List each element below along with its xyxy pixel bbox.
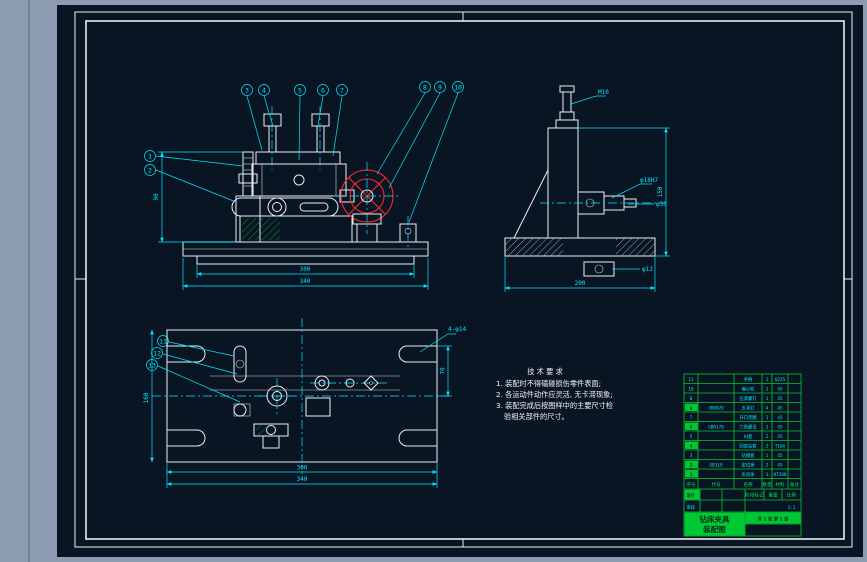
svg-text:45: 45 bbox=[777, 415, 783, 421]
svg-text:压紧螺钉: 压紧螺钉 bbox=[739, 395, 757, 402]
balloon-12: 12 bbox=[153, 350, 161, 358]
balloon-3: 3 bbox=[245, 87, 249, 95]
svg-text:钻模板: 钻模板 bbox=[742, 452, 756, 459]
cad-viewer-page: 300 340 90 1 2 3 4 5 6 7 8 9 10 11 12 13… bbox=[0, 0, 867, 562]
svg-text:2: 2 bbox=[690, 463, 693, 469]
dim-plan-w1: 300 bbox=[297, 465, 308, 472]
svg-text:7: 7 bbox=[690, 415, 693, 421]
dim-side-h: 150 bbox=[657, 186, 664, 197]
svg-text:2: 2 bbox=[766, 444, 769, 450]
svg-text:手柄: 手柄 bbox=[744, 376, 753, 383]
svg-text:45: 45 bbox=[777, 406, 783, 412]
title-audit-label: 审核 bbox=[687, 504, 696, 511]
svg-text:45: 45 bbox=[777, 453, 783, 459]
svg-text:10: 10 bbox=[688, 387, 694, 393]
svg-text:1: 1 bbox=[766, 377, 769, 383]
cad-drawing-canvas[interactable]: 300 340 90 1 2 3 4 5 6 7 8 9 10 11 12 13… bbox=[0, 0, 867, 562]
svg-text:4: 4 bbox=[690, 444, 693, 450]
title-scale-label: 比例 bbox=[787, 492, 797, 499]
dim-front-w2: 340 bbox=[300, 278, 311, 285]
balloon-4: 4 bbox=[262, 87, 266, 95]
svg-text:夹具体: 夹具体 bbox=[742, 471, 756, 478]
svg-text:1: 1 bbox=[690, 472, 693, 478]
svg-text:1: 1 bbox=[766, 387, 769, 393]
svg-text:支承钉: 支承钉 bbox=[742, 405, 756, 412]
svg-text:六角螺母: 六角螺母 bbox=[739, 424, 757, 431]
drawing-name-line1: 钻床夹具 bbox=[700, 514, 730, 524]
svg-text:名称: 名称 bbox=[743, 481, 753, 488]
svg-text:11: 11 bbox=[688, 377, 694, 383]
label-plan-slots: 4-φ14 bbox=[448, 326, 466, 333]
notes-line-1: 1. 装配时不得磕碰损伤零件表面; bbox=[496, 379, 601, 388]
drawing-name-line2: 装配图 bbox=[702, 524, 726, 534]
label-side-d2: φ30 bbox=[656, 201, 667, 208]
title-sheet-value: 共 1 张 第 1 张 bbox=[758, 516, 789, 523]
svg-text:8: 8 bbox=[690, 396, 693, 402]
svg-text:HT200: HT200 bbox=[774, 472, 787, 478]
balloon-10: 10 bbox=[454, 84, 462, 92]
svg-text:9: 9 bbox=[690, 406, 693, 412]
svg-text:偏心轮: 偏心轮 bbox=[742, 386, 756, 393]
title-scale-value: 1:1 bbox=[788, 505, 796, 511]
svg-text:6: 6 bbox=[690, 425, 693, 431]
svg-text:1: 1 bbox=[766, 415, 769, 421]
title-weight-label: 重量 bbox=[768, 492, 778, 499]
notes-line-4: 验相关部件的尺寸。 bbox=[504, 412, 569, 421]
balloon-2: 2 bbox=[148, 167, 152, 175]
svg-text:4: 4 bbox=[766, 406, 769, 412]
balloon-5: 5 bbox=[298, 87, 302, 95]
svg-text:2: 2 bbox=[766, 425, 769, 431]
svg-text:开口垫圈: 开口垫圈 bbox=[739, 414, 756, 421]
svg-text:45: 45 bbox=[777, 434, 783, 440]
svg-text:45: 45 bbox=[777, 425, 783, 431]
svg-text:1: 1 bbox=[766, 396, 769, 402]
svg-text:2: 2 bbox=[766, 463, 769, 469]
notes-title: 技 术 要 求 bbox=[527, 367, 563, 376]
dim-front-h: 90 bbox=[153, 193, 160, 201]
svg-text:备注: 备注 bbox=[790, 481, 800, 488]
balloon-8: 8 bbox=[423, 84, 427, 92]
svg-text:代号: 代号 bbox=[711, 481, 721, 488]
svg-text:JB8029: JB8029 bbox=[708, 406, 724, 412]
svg-text:衬套: 衬套 bbox=[744, 433, 753, 440]
svg-text:定位销: 定位销 bbox=[742, 462, 756, 469]
svg-text:GB119: GB119 bbox=[710, 463, 723, 469]
svg-text:1: 1 bbox=[766, 472, 769, 478]
balloon-1: 1 bbox=[148, 153, 152, 161]
svg-text:序号: 序号 bbox=[686, 481, 696, 488]
balloon-7: 7 bbox=[340, 87, 344, 95]
dim-plan-h: 160 bbox=[143, 392, 150, 403]
title-stage-label: 阶段标记 bbox=[745, 492, 764, 499]
svg-text:45: 45 bbox=[777, 387, 783, 393]
dim-front-w1: 300 bbox=[300, 266, 311, 273]
balloon-11: 11 bbox=[159, 338, 167, 346]
notes-line-2: 2. 各运动件动作应灵活, 无卡滞现象; bbox=[496, 390, 613, 399]
label-side-d3: φ12 bbox=[642, 266, 653, 273]
svg-text:3: 3 bbox=[690, 453, 693, 459]
svg-text:1: 1 bbox=[766, 453, 769, 459]
label-side-bush: φ18H7 bbox=[640, 177, 658, 184]
svg-text:Q235: Q235 bbox=[775, 377, 786, 383]
svg-text:GB6170: GB6170 bbox=[708, 425, 724, 431]
svg-text:45: 45 bbox=[777, 463, 783, 469]
dim-side-w: 200 bbox=[575, 280, 586, 287]
svg-text:数量: 数量 bbox=[762, 481, 772, 488]
balloon-9: 9 bbox=[438, 84, 442, 92]
dim-plan-w2: 340 bbox=[297, 476, 308, 483]
title-design-label: 设计 bbox=[687, 492, 696, 499]
balloon-6: 6 bbox=[321, 87, 325, 95]
dim-plan-r: 70 bbox=[440, 367, 447, 375]
notes-line-3: 3. 装配完成后按图样中的主要尺寸检 bbox=[496, 401, 613, 410]
svg-text:2: 2 bbox=[766, 434, 769, 440]
label-side-bolt: M10 bbox=[598, 89, 609, 96]
svg-text:5: 5 bbox=[690, 434, 693, 440]
svg-text:固定钻套: 固定钻套 bbox=[739, 443, 757, 450]
svg-text:材料: 材料 bbox=[775, 481, 785, 488]
svg-text:T10A: T10A bbox=[775, 444, 786, 450]
svg-text:45: 45 bbox=[777, 396, 783, 402]
